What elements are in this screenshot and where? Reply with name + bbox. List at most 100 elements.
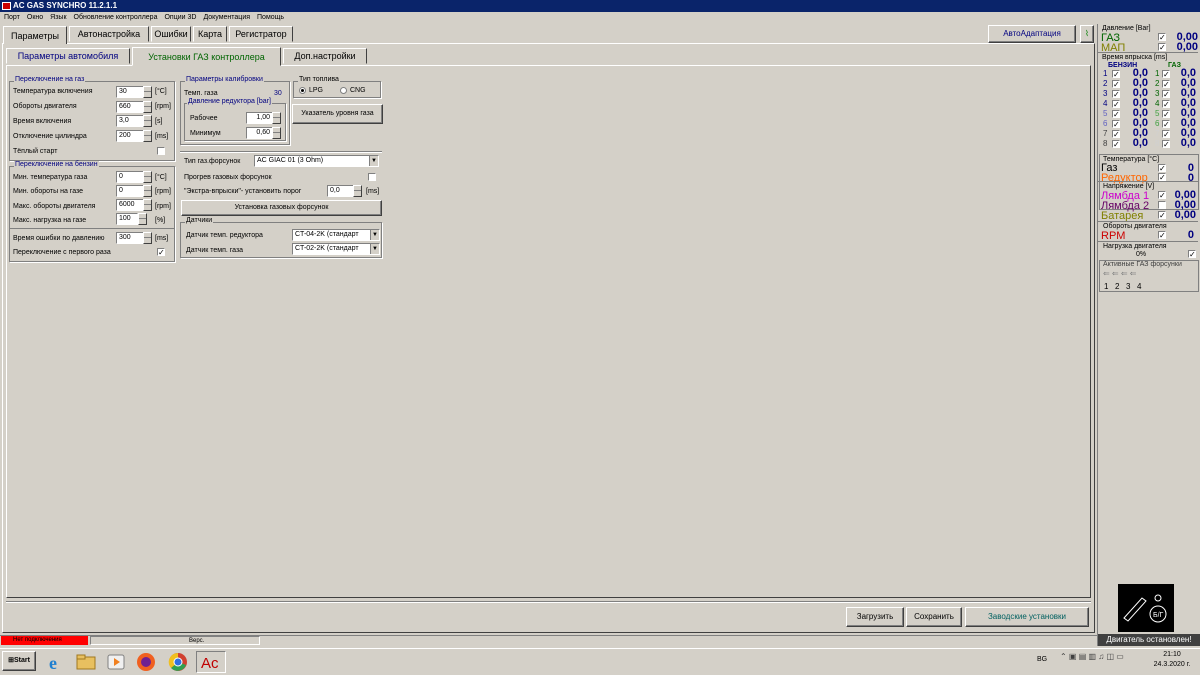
working-pressure-spinner[interactable] <box>272 112 281 124</box>
inject-petrol-checkbox-7[interactable]: ✓ <box>1112 130 1120 139</box>
temp-reducer-checkbox[interactable]: ✓ <box>1158 173 1166 182</box>
inject-gas-checkbox-8[interactable]: ✓ <box>1162 140 1170 149</box>
min-gas-temp-input[interactable]: 0 <box>116 171 144 183</box>
inject-petrol-checkbox-5[interactable]: ✓ <box>1112 110 1120 119</box>
injector-preheat-checkbox[interactable] <box>368 173 376 181</box>
cylinder-cutoff-input[interactable]: 200 <box>116 130 144 142</box>
language-indicator[interactable]: BG <box>1037 656 1047 663</box>
reducer-sensor-select[interactable]: CT-04-2K (стандарт ▼ <box>292 229 380 241</box>
inject-gas-checkbox-4[interactable]: ✓ <box>1162 100 1170 109</box>
map-pressure-checkbox[interactable]: ✓ <box>1158 43 1166 52</box>
injector-type-select[interactable]: AC GIAC 01 (3 Ohm) ▼ <box>254 155 379 167</box>
switch-on-temp-spinner[interactable] <box>143 86 152 98</box>
switch-time-input[interactable]: 3,0 <box>116 115 144 127</box>
gas-level-indicator-button[interactable]: Указатель уровня газа <box>292 104 383 124</box>
chrome-taskbar-icon[interactable] <box>166 651 192 673</box>
extra-injections-spinner[interactable] <box>353 185 362 197</box>
inject-gas-checkbox-1[interactable]: ✓ <box>1162 70 1170 79</box>
tab-parameters[interactable]: Параметры <box>3 26 67 44</box>
chevron-down-icon[interactable]: ▼ <box>370 244 379 254</box>
inject-gas-checkbox-5[interactable]: ✓ <box>1162 110 1170 119</box>
lambda2-checkbox[interactable] <box>1158 201 1166 209</box>
engine-rpm-spinner[interactable] <box>143 101 152 113</box>
inject-petrol-checkbox-2[interactable]: ✓ <box>1112 80 1120 89</box>
inject-gas-checkbox-7[interactable]: ✓ <box>1162 130 1170 139</box>
max-rpm-spinner[interactable] <box>143 199 152 211</box>
divider <box>6 601 1091 603</box>
lambda1-checkbox[interactable]: ✓ <box>1158 191 1166 200</box>
menu-window[interactable]: Окно <box>27 14 43 21</box>
thermometer-icon[interactable]: ⌇ <box>1080 25 1094 43</box>
injector-number-3: 3 <box>1126 282 1131 291</box>
cng-radio[interactable] <box>340 87 347 94</box>
inject-petrol-checkbox-6[interactable]: ✓ <box>1112 120 1120 129</box>
min-pressure-input[interactable]: 0,60 <box>246 127 273 139</box>
inject-gas-checkbox-6[interactable]: ✓ <box>1162 120 1170 129</box>
tab-car-parameters[interactable]: Параметры автомобиля <box>6 48 130 64</box>
ac-gas-taskbar-icon[interactable]: Ac <box>196 651 226 673</box>
inject-petrol-checkbox-4[interactable]: ✓ <box>1112 100 1120 109</box>
rpm-checkbox[interactable]: ✓ <box>1158 231 1166 240</box>
media-player-taskbar-icon[interactable] <box>104 651 130 673</box>
gas-pressure-checkbox[interactable]: ✓ <box>1158 33 1166 42</box>
min-pressure-spinner[interactable] <box>272 127 281 139</box>
tab-extra-settings[interactable]: Доп.настройки <box>283 48 367 64</box>
install-injectors-button[interactable]: Установка газовых форсунок <box>181 200 382 216</box>
first-time-switch-checkbox[interactable]: ✓ <box>157 248 165 257</box>
injector-number-2: 2 <box>1115 282 1120 291</box>
inject-gas-checkbox-3[interactable]: ✓ <box>1162 90 1170 99</box>
gas-sensor-select[interactable]: CT-02-2K (стандарт ▼ <box>292 243 380 255</box>
menu-help[interactable]: Помощь <box>257 14 284 21</box>
chevron-down-icon[interactable]: ▼ <box>370 230 379 240</box>
max-load-spinner[interactable] <box>138 213 147 225</box>
min-gas-temp-spinner[interactable] <box>143 171 152 183</box>
load-button[interactable]: Загрузить <box>846 607 904 627</box>
menu-port[interactable]: Порт <box>4 14 20 21</box>
min-rpm-gas-input[interactable]: 0 <box>116 185 144 197</box>
temp-gas-checkbox[interactable]: ✓ <box>1158 164 1166 173</box>
menu-documentation[interactable]: Документация <box>203 14 250 21</box>
tab-map[interactable]: Карта <box>193 26 227 42</box>
engine-status-logo: Б/Г <box>1118 584 1174 632</box>
tab-autotune[interactable]: Автонастройка <box>69 26 149 42</box>
explorer-taskbar-icon[interactable] <box>74 651 100 673</box>
inject-petrol-checkbox-1[interactable]: ✓ <box>1112 70 1120 79</box>
cylinder-cutoff-spinner[interactable] <box>143 130 152 142</box>
menu-update[interactable]: Обновление контроллера <box>74 14 158 21</box>
tray-icons[interactable]: ⌃ ▣ ▤ ▥ ♫ ◫ ▭ <box>1060 652 1124 661</box>
max-load-input[interactable]: 100 <box>116 213 138 225</box>
chevron-down-icon[interactable]: ▼ <box>369 156 378 166</box>
menu-3d-options[interactable]: Опции 3D <box>164 14 196 21</box>
firefox-taskbar-icon[interactable] <box>134 651 160 673</box>
title-bar: AC GAS SYNCHRO 11.2.1.1 <box>0 0 1200 12</box>
tab-errors[interactable]: Ошибки <box>151 26 191 42</box>
pressure-error-time-input[interactable]: 300 <box>116 232 144 244</box>
auto-adaptation-button[interactable]: АвтоАдаптация <box>988 25 1076 43</box>
inject-petrol-checkbox-3[interactable]: ✓ <box>1112 90 1120 99</box>
tab-gas-controller-settings[interactable]: Установки ГАЗ контроллера <box>132 47 281 66</box>
tab-recorder[interactable]: Регистратор <box>229 26 293 42</box>
inject-gas-checkbox-2[interactable]: ✓ <box>1162 80 1170 89</box>
cng-label: CNG <box>350 87 366 94</box>
battery-checkbox[interactable]: ✓ <box>1158 211 1166 220</box>
gas-sensor-value: CT-02-2K (стандарт <box>295 245 359 252</box>
first-time-switch-label: Переключение с первого раза <box>13 249 111 256</box>
switch-time-spinner[interactable] <box>143 115 152 127</box>
extra-injections-input[interactable]: 0,0 <box>327 185 354 197</box>
min-rpm-gas-spinner[interactable] <box>143 185 152 197</box>
max-rpm-input[interactable]: 6000 <box>116 199 144 211</box>
pressure-error-time-spinner[interactable] <box>143 232 152 244</box>
engine-rpm-input[interactable]: 660 <box>116 101 144 113</box>
lpg-radio[interactable] <box>299 87 306 94</box>
switch-on-temp-input[interactable]: 30 <box>116 86 144 98</box>
inject-petrol-checkbox-8[interactable]: ✓ <box>1112 140 1120 149</box>
menu-language[interactable]: Язык <box>50 14 66 21</box>
save-button[interactable]: Сохранить <box>906 607 962 627</box>
factory-settings-button[interactable]: Заводские установки <box>965 607 1089 627</box>
warm-start-checkbox[interactable] <box>157 147 165 155</box>
ie-taskbar-icon[interactable]: e <box>44 651 70 673</box>
working-pressure-input[interactable]: 1,00 <box>246 112 273 124</box>
start-button[interactable]: ⊞Start <box>2 651 36 671</box>
fuel-type-group: Тип топлива <box>293 76 381 98</box>
engine-load-checkbox[interactable]: ✓ <box>1188 250 1196 259</box>
